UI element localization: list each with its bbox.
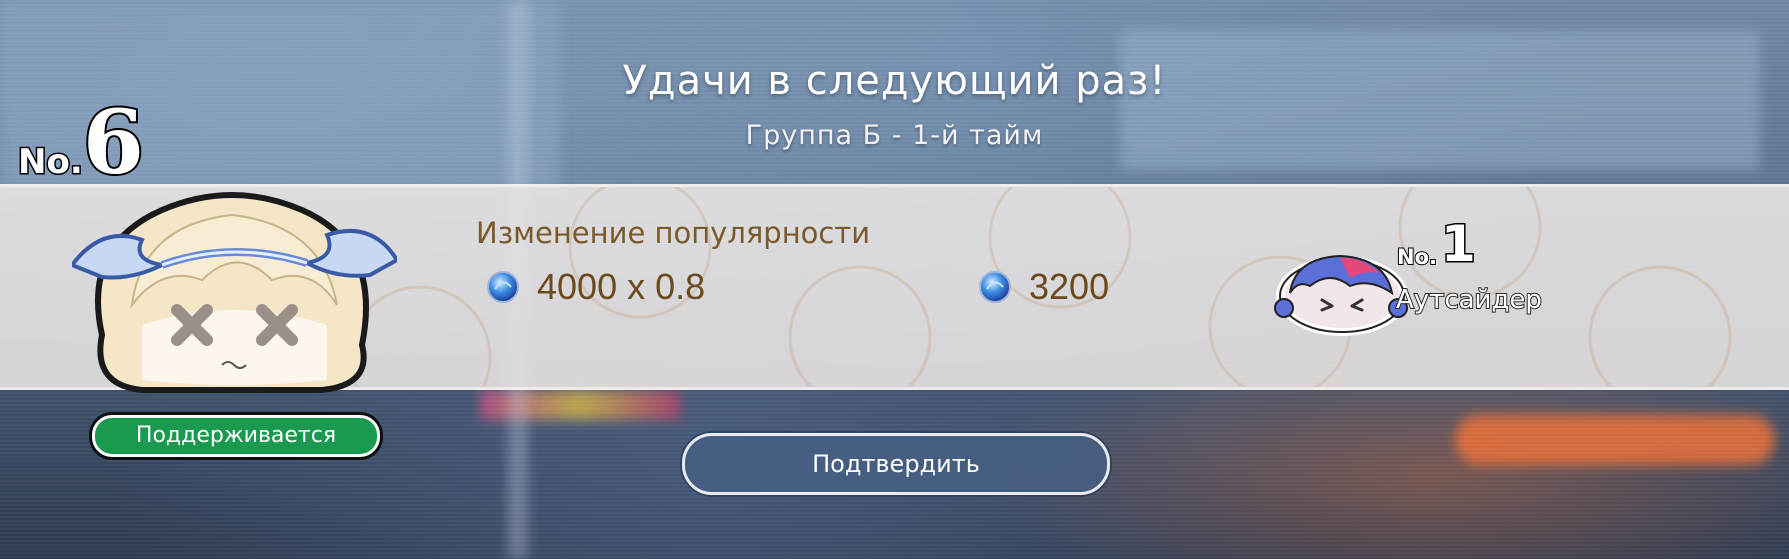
- result-title: Удачи в следующий раз!: [622, 58, 1167, 104]
- match-subtitle: Группа Б - 1-й тайм: [745, 120, 1044, 151]
- popularity-formula: 4000 x 0.8: [537, 266, 706, 307]
- blue-gem-icon: [979, 271, 1011, 303]
- popularity-formula-row: 4000 x 0.8: [485, 266, 705, 308]
- popularity-result-row: 3200: [977, 266, 1109, 308]
- opponent-rank: No. 1: [1396, 215, 1477, 273]
- player-portrait: [72, 192, 397, 393]
- popularity-change-label: Изменение популярности: [476, 216, 871, 250]
- support-status-badge: Поддерживается: [92, 415, 380, 457]
- popularity-result: 3200: [1029, 266, 1110, 307]
- player-rank-prefix: No.: [17, 141, 85, 184]
- opponent-rank-prefix: No.: [1396, 244, 1438, 270]
- blue-gem-icon: [487, 271, 519, 303]
- opponent-rank-number: 1: [1439, 215, 1477, 273]
- confirm-button[interactable]: Подтвердить: [682, 433, 1110, 495]
- player-rank: No.6: [17, 96, 146, 188]
- player-rank-number: 6: [81, 90, 146, 194]
- opponent-title: Аутсайдер: [1395, 284, 1543, 316]
- opponent-portrait: [1274, 254, 1408, 336]
- background-orange-button: [1455, 415, 1775, 465]
